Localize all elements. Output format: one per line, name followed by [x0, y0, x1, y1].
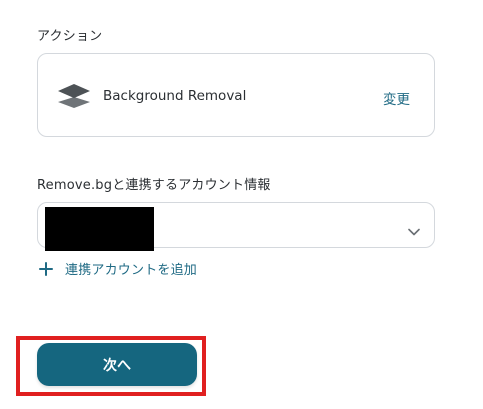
layers-icon: [56, 83, 92, 109]
action-name: Background Removal: [103, 88, 247, 104]
action-settings-page: アクション Background Removal 変更 Remove.bgと連携…: [0, 0, 483, 409]
add-linked-account-link[interactable]: 連携アカウントを追加: [39, 259, 198, 278]
plus-icon: [39, 261, 53, 276]
chevron-down-icon: [408, 221, 420, 236]
account-section-label: Remove.bgと連携するアカウント情報: [37, 178, 271, 193]
redacted-account-value: [45, 207, 154, 251]
account-select[interactable]: [37, 202, 435, 251]
action-card: Background Removal 変更: [37, 53, 435, 137]
next-button[interactable]: 次へ: [37, 343, 197, 386]
change-action-link[interactable]: 変更: [383, 88, 410, 108]
action-section-label: アクション: [37, 29, 103, 44]
add-linked-account-label: 連携アカウントを追加: [65, 262, 198, 278]
